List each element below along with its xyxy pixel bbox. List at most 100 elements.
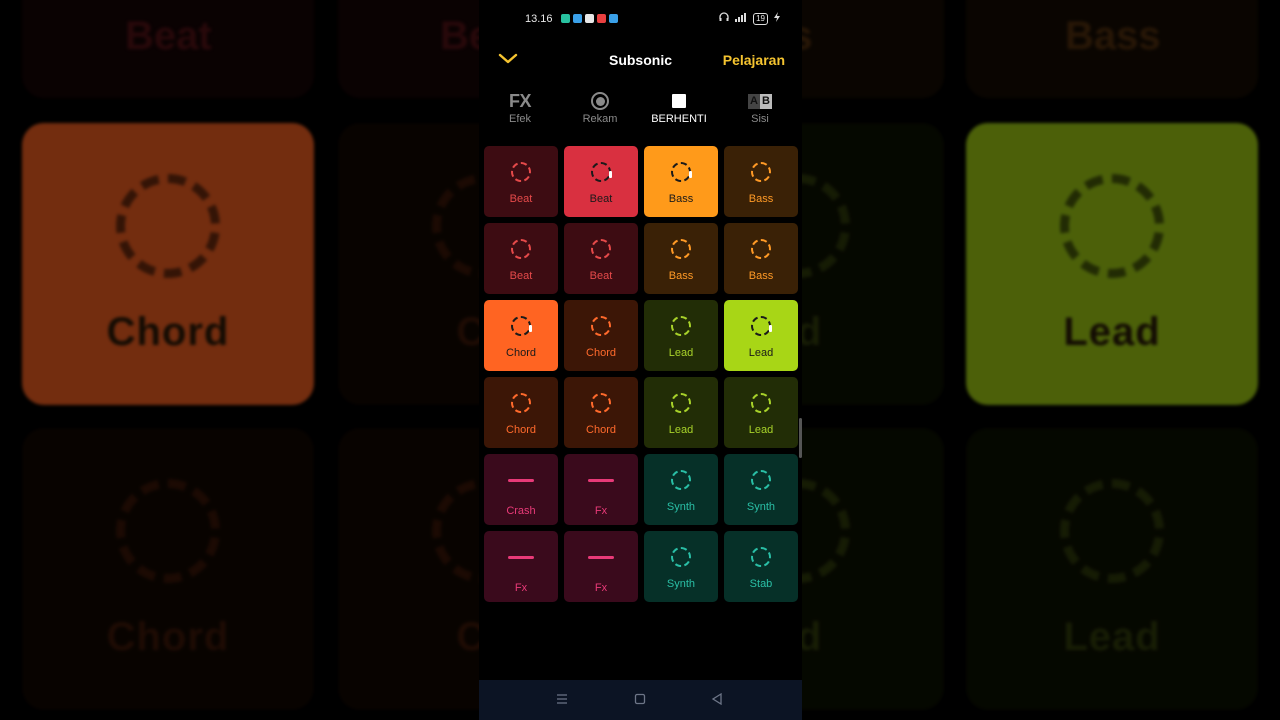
record-icon: [591, 92, 609, 110]
pad-label: Beat: [589, 193, 613, 205]
ring-icon: [671, 547, 691, 567]
pad-label: Bass: [748, 193, 774, 205]
pad-fx[interactable]: Fx: [484, 531, 558, 602]
record-button[interactable]: Rekam: [565, 90, 635, 125]
pad-label: Lead: [748, 347, 774, 359]
toolbar: FX Efek Rekam BERHENTI A B Sisi: [479, 90, 802, 134]
pad-chord[interactable]: Chord: [484, 377, 558, 448]
ring-icon: [751, 393, 771, 413]
pad-synth[interactable]: Synth: [644, 531, 718, 602]
ring-icon: [671, 239, 691, 259]
ring-icon: [591, 162, 612, 182]
ring-icon: [511, 239, 531, 259]
status-right: 19: [719, 12, 780, 25]
app-header: Subsonic Pelajaran: [479, 46, 802, 74]
back-icon[interactable]: [711, 692, 723, 708]
dash-icon: [588, 479, 614, 482]
pad-label: Bass: [748, 270, 774, 282]
pad-lead[interactable]: Lead: [644, 377, 718, 448]
pad-label: Beat: [589, 270, 613, 282]
ring-icon: [671, 470, 691, 490]
ring-icon: [751, 239, 771, 259]
side-label: Sisi: [751, 113, 769, 125]
stop-label: BERHENTI: [651, 113, 707, 125]
charging-icon: [774, 12, 780, 25]
stop-icon: [672, 94, 686, 108]
notification-icon: [573, 14, 582, 23]
pad-beat[interactable]: Beat: [564, 223, 638, 294]
ring-icon: [671, 316, 691, 336]
notification-icons: [561, 14, 618, 23]
ring-icon: [751, 316, 772, 336]
pad-label: Lead: [668, 424, 694, 436]
signal-icon: [735, 12, 747, 25]
dash-icon: [508, 479, 534, 482]
pad-chord[interactable]: Chord: [564, 300, 638, 371]
ring-icon: [511, 393, 531, 413]
pad-lead[interactable]: Lead: [724, 300, 798, 371]
pad-chord[interactable]: Chord: [564, 377, 638, 448]
status-time: 13.16: [525, 13, 553, 25]
notification-icon: [561, 14, 570, 23]
pad-lead[interactable]: Lead: [644, 300, 718, 371]
ring-icon: [751, 547, 771, 567]
ring-icon: [671, 393, 691, 413]
pad-bass[interactable]: Bass: [724, 146, 798, 217]
fx-icon: FX: [508, 90, 532, 111]
pad-crash[interactable]: Crash: [484, 454, 558, 525]
dash-icon: [588, 556, 614, 559]
pad-label: Crash: [506, 505, 536, 517]
pad-bass[interactable]: Bass: [644, 223, 718, 294]
stop-button[interactable]: BERHENTI: [644, 90, 714, 125]
pad-label: Synth: [666, 578, 696, 590]
pad-chord[interactable]: Chord: [484, 300, 558, 371]
pad-label: Fx: [594, 505, 608, 517]
battery-icon: 19: [753, 12, 768, 25]
scroll-indicator: [799, 418, 802, 458]
pad-synth[interactable]: Synth: [644, 454, 718, 525]
record-label: Rekam: [582, 113, 618, 125]
pad-beat[interactable]: Beat: [564, 146, 638, 217]
pad-label: Synth: [666, 501, 696, 513]
notification-icon: [609, 14, 618, 23]
ab-side-icon: A B: [748, 93, 772, 109]
ring-icon: [591, 393, 611, 413]
notification-icon: [597, 14, 606, 23]
navigation-bar: [479, 680, 802, 720]
ring-icon: [671, 162, 692, 182]
notification-icon: [585, 14, 594, 23]
ring-icon: [591, 316, 611, 336]
ring-icon: [591, 239, 611, 259]
pad-label: Synth: [746, 501, 776, 513]
pad-beat[interactable]: Beat: [484, 146, 558, 217]
pad-label: Bass: [668, 193, 694, 205]
pad-label: Lead: [668, 347, 694, 359]
pad-label: Fx: [514, 582, 528, 594]
pad-synth[interactable]: Synth: [724, 454, 798, 525]
side-button[interactable]: A B Sisi: [725, 90, 795, 125]
pad-label: Chord: [586, 347, 616, 359]
pad-bass[interactable]: Bass: [644, 146, 718, 217]
home-icon[interactable]: [634, 693, 646, 708]
pad-bass[interactable]: Bass: [724, 223, 798, 294]
menu-icon[interactable]: [556, 693, 568, 708]
pad-label: Chord: [586, 424, 616, 436]
pad-fx[interactable]: Fx: [564, 454, 638, 525]
ring-icon: [751, 470, 771, 490]
pad-label: Lead: [748, 424, 774, 436]
pad-beat[interactable]: Beat: [484, 223, 558, 294]
pad-label: Beat: [509, 193, 533, 205]
pad-label: Fx: [594, 582, 608, 594]
status-bar: 13.16 19: [479, 8, 802, 32]
phone-screen: 13.16 19 Subsonic Pelajaran FX Efek Reka…: [479, 0, 802, 720]
effects-label: Efek: [508, 113, 531, 125]
pad-fx[interactable]: Fx: [564, 531, 638, 602]
pad-label: Stab: [749, 578, 773, 590]
effects-button[interactable]: FX Efek: [485, 90, 555, 126]
ring-icon: [511, 162, 531, 182]
pad-lead[interactable]: Lead: [724, 377, 798, 448]
pad-stab[interactable]: Stab: [724, 531, 798, 602]
ring-icon: [751, 162, 771, 182]
pad-label: Chord: [506, 424, 536, 436]
lesson-button[interactable]: Pelajaran: [723, 52, 785, 68]
